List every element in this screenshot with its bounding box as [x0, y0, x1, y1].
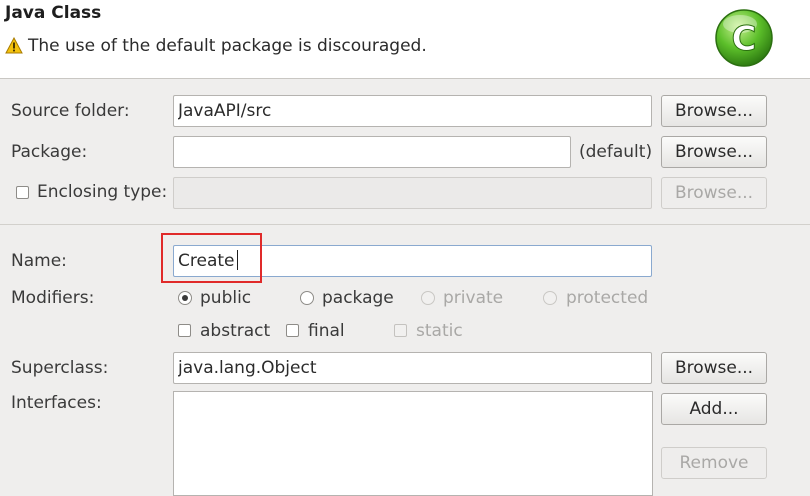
modifier-private-label: private: [443, 288, 504, 308]
package-label: Package:: [11, 142, 88, 162]
abstract-checkbox[interactable]: [178, 324, 191, 337]
modifier-protected-radio[interactable]: [543, 291, 557, 305]
package-default-hint: (default): [579, 142, 653, 162]
final-checkbox[interactable]: [286, 324, 299, 337]
interfaces-label: Interfaces:: [11, 393, 102, 413]
wizard-title: Java Class: [5, 3, 102, 23]
interfaces-remove-button[interactable]: Remove: [661, 447, 767, 479]
static-label: static: [416, 321, 463, 341]
superclass-label: Superclass:: [11, 358, 109, 378]
source-folder-input[interactable]: [173, 95, 652, 127]
warning-message: The use of the default package is discou…: [28, 36, 427, 56]
modifier-package-radio[interactable]: [300, 291, 314, 305]
section-divider: [0, 224, 810, 225]
superclass-browse-button[interactable]: Browse...: [661, 352, 767, 384]
modifiers-label: Modifiers:: [11, 288, 95, 308]
modifier-public-label: public: [200, 288, 252, 308]
modifier-package-label: package: [322, 288, 394, 308]
superclass-input[interactable]: [173, 352, 652, 384]
enclosing-type-browse-button[interactable]: Browse...: [661, 177, 767, 209]
abstract-label: abstract: [200, 321, 271, 341]
source-folder-browse-button[interactable]: Browse...: [661, 95, 767, 127]
interfaces-add-button[interactable]: Add...: [661, 393, 767, 425]
logo-letter: C: [732, 19, 757, 59]
warning-icon: [5, 37, 23, 54]
java-class-logo-icon: C: [715, 9, 773, 67]
package-input[interactable]: [173, 136, 571, 168]
enclosing-type-input[interactable]: [173, 177, 652, 209]
name-label: Name:: [11, 251, 67, 271]
interfaces-list[interactable]: [173, 391, 653, 496]
source-folder-label: Source folder:: [11, 101, 130, 121]
static-checkbox[interactable]: [394, 324, 407, 337]
final-label: final: [308, 321, 345, 341]
modifier-public-radio[interactable]: [178, 291, 192, 305]
enclosing-type-label: Enclosing type:: [37, 182, 168, 202]
name-highlight-box: [161, 233, 262, 283]
package-browse-button[interactable]: Browse...: [661, 136, 767, 168]
modifier-protected-label: protected: [566, 288, 649, 308]
enclosing-type-checkbox[interactable]: [16, 186, 29, 199]
modifier-private-radio[interactable]: [421, 291, 435, 305]
wizard-header: Java Class The use of the default packag…: [0, 0, 810, 79]
